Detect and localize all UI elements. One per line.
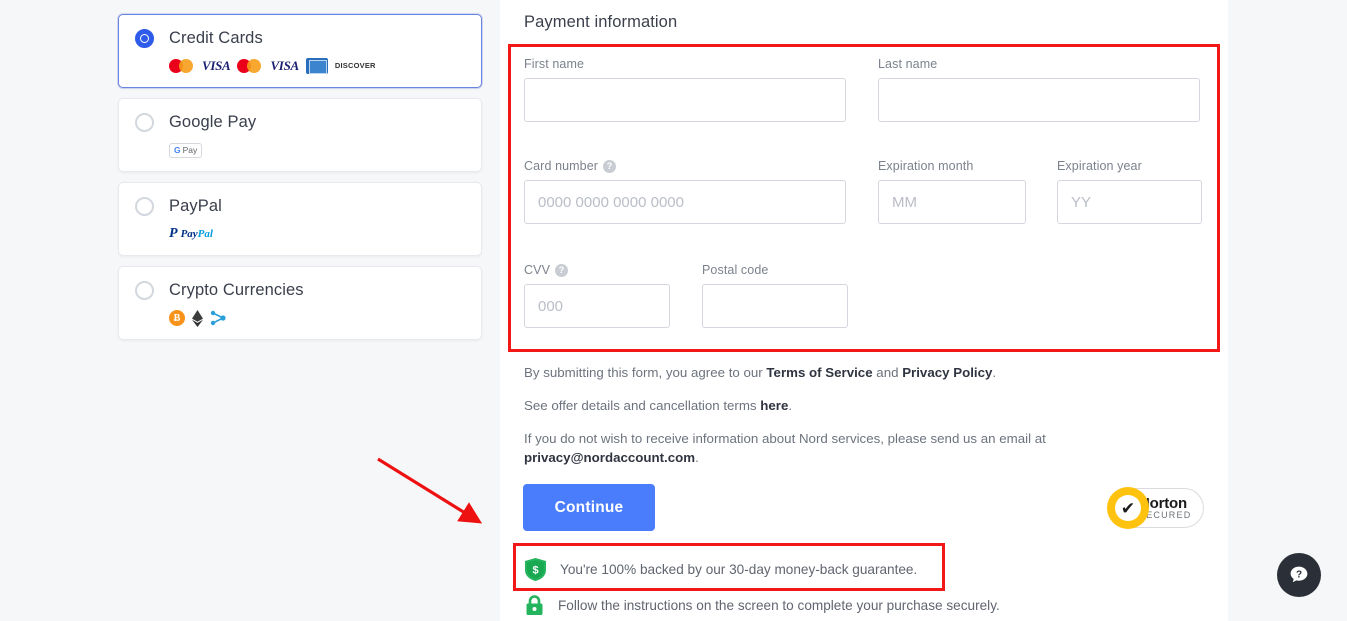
label-text: Expiration year xyxy=(1057,159,1142,173)
radio-paypal[interactable] xyxy=(135,197,154,216)
method-label-credit-cards: Credit Cards xyxy=(169,29,263,47)
google-pay-logos: G Pay xyxy=(169,141,465,159)
radio-crypto-currencies[interactable] xyxy=(135,281,154,300)
label-cvv: CVV ? xyxy=(524,263,670,277)
legal-line-optout: If you do not wish to receive informatio… xyxy=(524,430,1164,468)
norton-check-glyph: ✔ xyxy=(1115,495,1141,521)
continue-button[interactable]: Continue xyxy=(523,484,655,531)
privacy-email-link[interactable]: privacy@nordaccount.com xyxy=(524,450,695,465)
method-label-google-pay: Google Pay xyxy=(169,113,257,131)
label-text: Postal code xyxy=(702,263,769,277)
ripple-icon xyxy=(210,310,226,326)
page-title: Payment information xyxy=(524,13,678,31)
method-label-paypal: PayPal xyxy=(169,197,222,215)
legal-line1-mid: and xyxy=(872,365,903,380)
field-last-name: Last name xyxy=(878,57,1200,122)
crypto-logos: Ƀ xyxy=(169,309,465,327)
field-cvv: CVV ? xyxy=(524,263,670,328)
field-postal-code: Postal code xyxy=(702,263,848,328)
label-text: Card number xyxy=(524,159,599,173)
payment-method-google-pay[interactable]: Google Pay G Pay xyxy=(118,98,482,172)
discover-icon: DISCOVER xyxy=(334,61,376,70)
legal-line1-post: . xyxy=(992,365,997,380)
label-expiration-month: Expiration month xyxy=(878,159,1026,173)
label-last-name: Last name xyxy=(878,57,1200,71)
secure-text: Follow the instructions on the screen to… xyxy=(558,598,1000,613)
legal-line1-pre: By submitting this form, you agree to ou… xyxy=(524,365,767,380)
guarantee-text: You're 100% backed by our 30-day money-b… xyxy=(560,562,918,577)
first-name-input[interactable] xyxy=(524,78,846,122)
legal-line2-post: . xyxy=(788,397,793,413)
question-bubble-icon: ? xyxy=(1290,566,1308,583)
legal-line-offer: See offer details and cancellation terms… xyxy=(524,397,1164,416)
annotation-arrow xyxy=(377,457,483,524)
label-text: First name xyxy=(524,57,585,71)
last-name-input[interactable] xyxy=(878,78,1200,122)
bitcoin-icon: Ƀ xyxy=(169,310,185,326)
field-first-name: First name xyxy=(524,57,846,122)
label-text: Expiration month xyxy=(878,159,974,173)
payment-method-list: Credit Cards VISA VISA DISCOVER Google P… xyxy=(118,14,482,350)
label-expiration-year: Expiration year xyxy=(1057,159,1202,173)
svg-text:?: ? xyxy=(1296,570,1302,581)
gpay-g-glyph: G xyxy=(174,144,181,155)
label-text: Last name xyxy=(878,57,938,71)
label-card-number: Card number ? xyxy=(524,159,846,173)
field-expiration-month: Expiration month xyxy=(878,159,1026,224)
privacy-policy-link[interactable]: Privacy Policy xyxy=(902,365,992,380)
cvv-help-icon[interactable]: ? xyxy=(555,263,569,277)
offer-details-link[interactable]: here xyxy=(760,398,788,413)
gpay-icon: G Pay xyxy=(169,142,203,158)
legal-text: By submitting this form, you agree to ou… xyxy=(524,364,1164,482)
method-header: Crypto Currencies xyxy=(135,281,465,300)
method-header: Credit Cards xyxy=(135,29,465,48)
label-first-name: First name xyxy=(524,57,846,71)
legal-line2-pre: See offer details and cancellation terms xyxy=(524,397,761,413)
checkout-page: Credit Cards VISA VISA DISCOVER Google P… xyxy=(0,0,1347,621)
radio-google-pay[interactable] xyxy=(135,113,154,132)
legal-line3-post: . xyxy=(695,449,699,465)
visa-icon-2: VISA xyxy=(270,58,299,73)
paypal-p-glyph: P xyxy=(169,226,178,241)
visa-icon: VISA xyxy=(202,58,231,73)
gpay-pay-text: Pay xyxy=(182,144,198,155)
credit-card-logos: VISA VISA DISCOVER xyxy=(169,57,465,75)
legal-line-terms: By submitting this form, you agree to ou… xyxy=(524,364,1164,383)
payment-method-crypto-currencies[interactable]: Crypto Currencies Ƀ xyxy=(118,266,482,340)
label-postal-code: Postal code xyxy=(702,263,848,277)
method-header: Google Pay xyxy=(135,113,465,132)
method-label-crypto-currencies: Crypto Currencies xyxy=(169,281,304,299)
norton-secured-badge: ✔ Norton SECURED xyxy=(1107,487,1204,529)
field-card-number: Card number ? xyxy=(524,159,846,224)
norton-checkmark-icon: ✔ xyxy=(1107,487,1149,529)
label-text: CVV xyxy=(524,263,551,277)
postal-code-input[interactable] xyxy=(702,284,848,328)
radio-credit-cards[interactable] xyxy=(135,29,154,48)
payment-form: First name Last name Card number ? Expir… xyxy=(524,57,1214,347)
legal-line3-pre: If you do not wish to receive informatio… xyxy=(524,430,1046,446)
payment-method-credit-cards[interactable]: Credit Cards VISA VISA DISCOVER xyxy=(118,14,482,88)
expiration-year-input[interactable] xyxy=(1057,180,1202,224)
mastercard-icon-2 xyxy=(237,58,263,74)
field-expiration-year: Expiration year xyxy=(1057,159,1202,224)
mastercard-icon xyxy=(169,58,195,74)
paypal-wordmark: PayPal xyxy=(180,228,213,240)
card-number-input[interactable] xyxy=(524,180,846,224)
jcb-icon xyxy=(305,58,328,74)
ethereum-icon xyxy=(192,309,203,327)
method-header: PayPal xyxy=(135,197,465,216)
paypal-icon: P PayPal xyxy=(169,227,213,241)
terms-of-service-link[interactable]: Terms of Service xyxy=(766,365,872,380)
shield-dollar-icon: $ xyxy=(525,558,546,581)
secure-purchase-line: Follow the instructions on the screen to… xyxy=(525,595,1000,616)
svg-text:$: $ xyxy=(532,565,538,577)
padlock-icon xyxy=(525,595,544,616)
money-back-guarantee-line: $ You're 100% backed by our 30-day money… xyxy=(525,558,917,581)
help-chat-button[interactable]: ? xyxy=(1277,553,1321,597)
cvv-input[interactable] xyxy=(524,284,670,328)
expiration-month-input[interactable] xyxy=(878,180,1026,224)
paypal-logos: P PayPal xyxy=(169,225,465,243)
payment-method-paypal[interactable]: PayPal P PayPal xyxy=(118,182,482,256)
card-number-help-icon[interactable]: ? xyxy=(603,159,617,173)
